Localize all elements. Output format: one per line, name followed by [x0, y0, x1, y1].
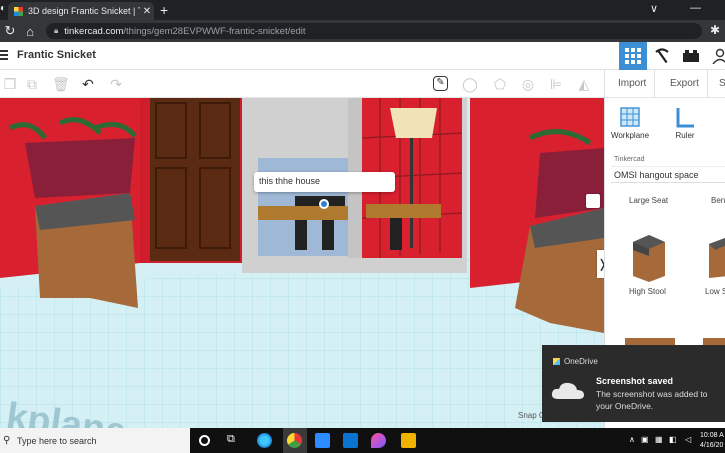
tray-icon[interactable]: ▣ [641, 435, 649, 444]
panel-collapse-arrow[interactable]: ❭ [597, 250, 604, 278]
toolbar-divider [654, 70, 655, 98]
clock-date: 4/16/20 [700, 442, 724, 449]
mirror-icon[interactable]: ◭ [576, 76, 592, 92]
search-icon: ⚲ [3, 435, 11, 446]
table-right [366, 204, 441, 218]
browser-tab[interactable]: 3D design Frantic Snicket | Tinker ✕ [8, 2, 154, 20]
minimize-icon[interactable]: — [690, 2, 701, 14]
chrome-icon[interactable] [287, 433, 302, 448]
align-icon[interactable]: ⊫ [548, 76, 564, 92]
reload-icon[interactable]: ↻ [0, 23, 20, 39]
cloud-icon [551, 382, 584, 399]
ruler-icon [676, 108, 694, 128]
tray-icon[interactable]: ◧ [669, 435, 677, 444]
notification-app-name: OneDrive [564, 357, 598, 366]
scene-drawing: kplane [0, 98, 604, 428]
note-icon[interactable] [586, 194, 600, 208]
onedrive-notification[interactable]: OneDrive Screenshot saved The screenshot… [542, 345, 725, 422]
extensions-icon[interactable]: ✱ [710, 23, 720, 37]
notification-title: Screenshot saved [596, 376, 674, 386]
library-select[interactable]: OMSI hangout space [611, 166, 725, 183]
url-host: tinkercad.com [64, 25, 124, 37]
pickaxe-icon [655, 48, 669, 64]
tab-search-icon[interactable]: ∨ [650, 2, 658, 15]
pickaxe-button[interactable] [648, 42, 676, 70]
door [150, 98, 240, 261]
ruler-label: Ruler [675, 131, 695, 140]
windows-taskbar: ⚲ Type here to search ⧉ ∧ ▣ ▦ ◧ ◁ 10:08 … [0, 428, 725, 453]
task-view-icon[interactable]: ⧉ [227, 433, 242, 448]
3d-view-button[interactable] [619, 42, 647, 70]
undo-icon[interactable]: ↶ [80, 76, 96, 92]
shape-label-low-stool[interactable]: Low S [705, 287, 725, 296]
tinkercad-header: Frantic Snicket [0, 42, 725, 70]
notification-body: The screenshot was added to your OneDriv… [596, 389, 708, 411]
import-button[interactable]: Import [618, 78, 646, 89]
user-icon [712, 48, 725, 64]
workplane-icon [620, 107, 640, 127]
tinkercad-favicon-icon [14, 6, 23, 16]
zoom-icon[interactable] [315, 433, 330, 448]
ruler-button[interactable]: Ruler [660, 106, 710, 140]
address-bar: ↻ ⌂ 🔒︎ tinkercad.com /things/gem28EVPWWF… [0, 20, 725, 42]
new-tab-button[interactable]: + [160, 2, 168, 18]
paint-3d-icon[interactable] [371, 433, 386, 448]
tray-chevron-icon[interactable]: ∧ [629, 435, 635, 444]
url-input[interactable]: 🔒︎ tinkercad.com /things/gem28EVPWWF-fra… [46, 23, 702, 39]
bulb-icon[interactable]: ◯ [462, 76, 478, 92]
taskbar-search-box[interactable]: ⚲ Type here to search [0, 428, 190, 453]
workplane-canvas[interactable]: kplane this thhe house ❭ Snap G [0, 98, 604, 428]
user-button[interactable] [706, 42, 725, 70]
delete-icon[interactable]: 🗑︎ [52, 76, 70, 92]
shape-label-high-stool[interactable]: High Stool [629, 287, 666, 296]
browser-tab-bar: ◐ 3D design Frantic Snicket | Tinker ✕ +… [0, 0, 725, 20]
tray-icon[interactable]: ▦ [655, 435, 663, 444]
browser-menu-icon[interactable]: ◐ [0, 3, 6, 14]
project-title[interactable]: Frantic Snicket [17, 49, 96, 61]
low-stool-thumbnail[interactable] [705, 236, 725, 282]
home-icon[interactable]: ⌂ [20, 24, 40, 39]
table-left [258, 206, 348, 220]
send-to-button[interactable]: S [719, 78, 725, 89]
cortana-icon[interactable] [199, 435, 210, 446]
taskbar-clock[interactable]: 10:08 A 4/16/20 [700, 431, 724, 451]
redo-icon[interactable]: ↷ [108, 76, 124, 92]
onedrive-app-icon [553, 358, 560, 365]
tab-title: 3D design Frantic Snicket | Tinker [28, 6, 140, 16]
workplane-label: Workplane [610, 131, 650, 140]
notes-icon[interactable]: ✎ [433, 76, 448, 91]
toolbar-divider [707, 70, 708, 98]
hole-icon[interactable]: ◎ [520, 76, 536, 92]
tab-close-icon[interactable]: ✕ [140, 6, 154, 17]
lock-icon: 🔒︎ [54, 26, 59, 35]
copy-icon[interactable]: ❐ [2, 76, 18, 92]
url-path: /things/gem28EVPWWF-frantic-snicket/edit [123, 25, 306, 37]
duplicate-icon[interactable]: ⧉ [24, 76, 40, 92]
note-annotation[interactable]: this thhe house [254, 172, 395, 192]
edge-icon[interactable] [257, 433, 272, 448]
shape-label-large-seat[interactable]: Large Seat [629, 196, 668, 205]
bricks-button[interactable] [677, 42, 705, 70]
shape-icon[interactable]: ⬠ [492, 76, 508, 92]
annotation-pin-icon[interactable] [319, 199, 329, 209]
file-explorer-icon[interactable] [401, 433, 416, 448]
library-source-label: Tinkercad [614, 156, 645, 163]
shape-label-bench[interactable]: Bench [711, 196, 725, 205]
workplane-button[interactable]: Workplane [605, 106, 655, 140]
edit-toolbar: ❐ ⧉ 🗑︎ ↶ ↷ ✎ ◯ ⬠ ◎ ⊫ ◭ Import Export S [0, 70, 725, 98]
brick-icon [683, 50, 699, 62]
menu-icon[interactable] [0, 50, 8, 61]
high-stool-thumbnail[interactable] [629, 232, 669, 282]
mail-icon[interactable] [343, 433, 358, 448]
volume-icon[interactable]: ◁ [685, 435, 691, 444]
toolbar-divider [604, 70, 605, 98]
clock-time: 10:08 A [700, 432, 724, 439]
grid-icon [625, 48, 641, 64]
export-button[interactable]: Export [670, 78, 699, 89]
floor-lamp [390, 108, 437, 138]
taskbar-search-placeholder: Type here to search [17, 435, 97, 446]
